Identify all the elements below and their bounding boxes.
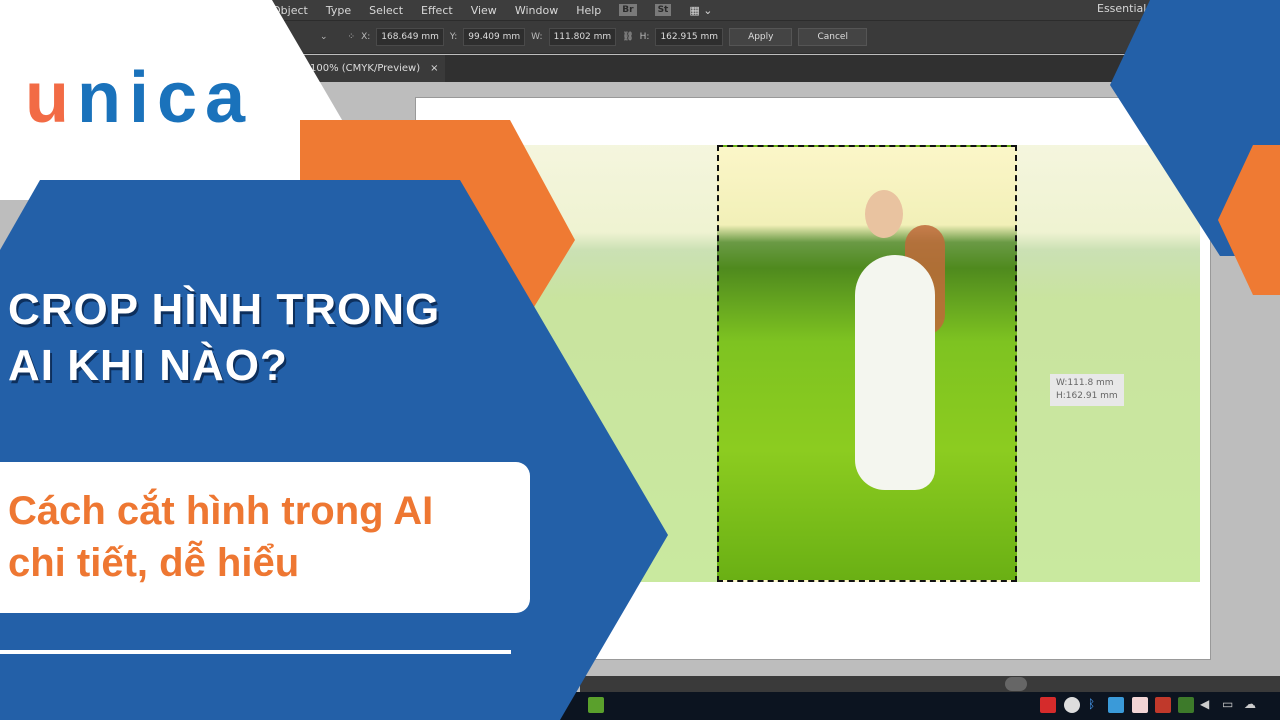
app-taskbar-icon[interactable] — [588, 697, 604, 713]
bluetooth-icon[interactable]: ᛒ — [1088, 697, 1104, 713]
h-label: H: — [639, 32, 650, 42]
taskbar — [560, 692, 1280, 720]
menu-select[interactable]: Select — [369, 4, 403, 17]
menu-view[interactable]: View — [471, 4, 497, 17]
y-field[interactable]: 99.409 mm — [463, 28, 526, 46]
x-label: X: — [361, 32, 371, 42]
close-icon[interactable]: × — [430, 63, 438, 74]
document-tab[interactable]: 100% (CMYK/Preview) × — [300, 55, 445, 82]
finder-tray-icon[interactable] — [1108, 697, 1124, 713]
banner-subtitle: Cách cắt hình trong AI chi tiết, dễ hiểu — [8, 485, 433, 589]
x-field[interactable]: 168.649 mm — [376, 28, 444, 46]
divider-line — [0, 650, 511, 654]
menu-effect[interactable]: Effect — [421, 4, 453, 17]
h-field[interactable]: 162.915 mm — [655, 28, 724, 46]
security-tray-icon[interactable] — [1155, 697, 1171, 713]
arrange-documents-icon[interactable]: ▦ ⌄ — [689, 4, 712, 17]
title-line-2: AI KHI NÀO? — [8, 341, 288, 390]
bridge-icon[interactable]: Br — [619, 4, 637, 16]
w-label: W: — [531, 32, 543, 42]
menu-window[interactable]: Window — [515, 4, 558, 17]
tooltip-width: W:111.8 mm — [1056, 378, 1114, 388]
w-field[interactable]: 111.802 mm — [548, 28, 617, 46]
shield-tray-icon[interactable] — [1064, 697, 1080, 713]
menu-type[interactable]: Type — [326, 4, 351, 17]
nvidia-tray-icon[interactable] — [1178, 697, 1194, 713]
apply-button[interactable]: Apply — [729, 28, 793, 46]
y-label: Y: — [449, 32, 458, 42]
subtitle-line-2: chi tiết, dễ hiểu — [8, 541, 300, 585]
reference-point-icon[interactable]: ⁘ — [348, 32, 356, 42]
v-tray-icon[interactable] — [1132, 697, 1148, 713]
banner-title: CROP HÌNH TRONG AI KHI NÀO? — [8, 282, 440, 394]
horizontal-scrollbar[interactable] — [580, 676, 1280, 692]
scrollbar-thumb[interactable] — [1005, 677, 1027, 691]
tooltip-height: H:162.91 mm — [1056, 391, 1118, 401]
adobe-tray-icon[interactable] — [1040, 697, 1056, 713]
link-proportions-icon[interactable]: ⛓ — [622, 32, 633, 42]
cancel-button[interactable]: Cancel — [798, 28, 867, 46]
dropdown-chevron-icon[interactable]: ⌄ — [320, 32, 328, 42]
photo-woman-head — [865, 190, 903, 238]
cloud-icon[interactable]: ☁ — [1244, 697, 1260, 713]
document-tab-label: 100% (CMYK/Preview) — [310, 63, 421, 74]
speaker-icon[interactable]: ◀ — [1200, 697, 1216, 713]
stock-icon[interactable]: St — [654, 4, 672, 16]
dimension-tooltip: W:111.8 mm H:162.91 mm — [1050, 374, 1124, 406]
unica-logo: unica — [25, 58, 254, 138]
workspace-switcher[interactable]: Essentials — [1097, 2, 1152, 15]
menu-help[interactable]: Help — [576, 4, 601, 17]
title-line-1: CROP HÌNH TRONG — [8, 285, 441, 334]
photo-woman-dress — [855, 255, 935, 490]
network-icon[interactable]: ▭ — [1222, 697, 1238, 713]
subtitle-line-1: Cách cắt hình trong AI — [8, 489, 434, 533]
